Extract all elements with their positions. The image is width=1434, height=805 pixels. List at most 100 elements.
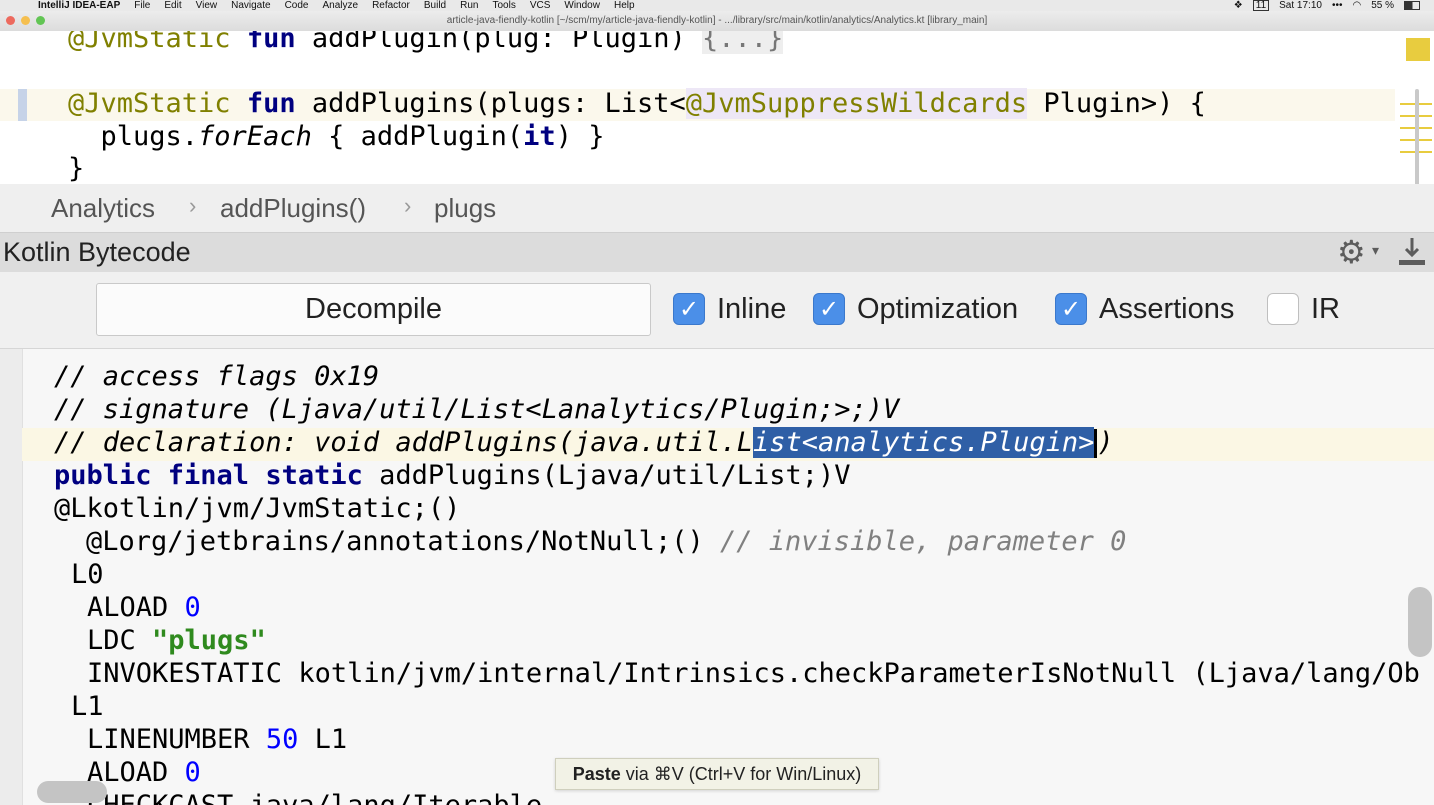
breadcrumb: Analytics › addPlugins() › plugs	[0, 184, 1434, 232]
bytecode-line[interactable]: CHECKCAST java/lang/Iterable	[87, 790, 542, 805]
horizontal-scrollbar[interactable]	[37, 781, 107, 803]
breadcrumb-item-class[interactable]: Analytics	[51, 193, 155, 224]
bytecode-gutter	[0, 349, 23, 805]
code-line-addplugin[interactable]: @JvmStatic fun addPlugin(plug: Plugin) {…	[68, 31, 784, 54]
menu-run[interactable]: Run	[460, 0, 478, 11]
ir-checkbox[interactable]: IR	[1267, 292, 1340, 326]
menu-view[interactable]: View	[196, 0, 218, 11]
annotation-text: @JvmStatic	[68, 88, 231, 119]
annotation-text: @JvmStatic	[68, 31, 231, 54]
tool-window-title: Kotlin Bytecode	[3, 237, 191, 267]
more-icon[interactable]: •••	[1332, 0, 1343, 11]
code-text: addPlugins(plugs: List<	[295, 88, 686, 119]
status-area: ❖ 11 Sat 17:10 ••• ◠ 55 %	[1234, 0, 1420, 11]
menu-help[interactable]: Help	[614, 0, 635, 11]
assertions-checkbox[interactable]: ✓ Assertions	[1055, 292, 1234, 326]
number-text: 50	[265, 724, 299, 755]
breadcrumb-item-param[interactable]: plugs	[434, 193, 496, 224]
bytecode-line[interactable]: ALOAD 0	[87, 757, 201, 788]
bytecode-options-toolbar: Decompile ✓ Inline ✓ Optimization ✓ Asse…	[0, 272, 1434, 349]
menu-vcs[interactable]: VCS	[530, 0, 551, 11]
gutter-change-marker[interactable]	[18, 89, 27, 121]
warning-indicator[interactable]	[1406, 38, 1430, 61]
gear-icon[interactable]: ⚙	[1337, 235, 1366, 269]
checkmark-icon[interactable]: ✓	[673, 293, 705, 325]
keyword-text: public final static	[54, 460, 363, 491]
opcode-text: ALOAD	[87, 592, 185, 623]
checkmark-icon[interactable]: ✓	[813, 293, 845, 325]
dropbox-icon[interactable]: ❖	[1234, 0, 1243, 11]
clock-text[interactable]: Sat 17:10	[1279, 0, 1322, 11]
string-text: "plugs"	[152, 625, 266, 656]
tooltip-action: Paste	[572, 764, 621, 784]
bytecode-line[interactable]: // declaration: void addPlugins(java.uti…	[54, 427, 1114, 458]
bytecode-line[interactable]: @Lorg/jetbrains/annotations/NotNull;() /…	[86, 526, 1126, 557]
code-editor[interactable]: @JvmStatic fun addPlugin(plug: Plugin) {…	[0, 31, 1434, 184]
window-titlebar: article-java-fiendly-kotlin [~/scm/my/ar…	[0, 11, 1434, 32]
breadcrumb-item-function[interactable]: addPlugins()	[220, 193, 366, 224]
selected-text[interactable]: ist<analytics.Plugin>	[752, 427, 1095, 458]
bytecode-line[interactable]: LINENUMBER 50 L1	[87, 724, 347, 755]
menu-window[interactable]: Window	[564, 0, 600, 11]
menu-navigate[interactable]: Navigate	[231, 0, 270, 11]
chevron-down-icon[interactable]: ▾	[1372, 242, 1379, 259]
opcode-text: LINENUMBER	[87, 724, 266, 755]
battery-icon[interactable]	[1404, 1, 1420, 10]
bytecode-line[interactable]: LDC "plugs"	[87, 625, 266, 656]
window-title: article-java-fiendly-kotlin [~/scm/my/ar…	[446, 15, 988, 26]
menu-refactor[interactable]: Refactor	[372, 0, 410, 11]
bytecode-label[interactable]: L1	[71, 691, 104, 722]
bytecode-line[interactable]: @Lkotlin/jvm/JvmStatic;()	[54, 493, 460, 524]
code-line-close-brace[interactable]: }	[68, 153, 84, 184]
vertical-scrollbar[interactable]	[1408, 587, 1432, 657]
code-line-addplugins[interactable]: @JvmStatic fun addPlugins(plugs: List<@J…	[68, 88, 1206, 119]
menu-app-name[interactable]: IntelliJ IDEA-EAP	[38, 0, 120, 11]
bytecode-line[interactable]: ALOAD 0	[87, 592, 201, 623]
bytecode-line[interactable]: public final static addPlugins(Ljava/uti…	[54, 460, 851, 491]
comment-text: // declaration: void addPlugins(java.uti…	[54, 427, 753, 458]
optimization-label: Optimization	[857, 292, 1019, 325]
calendar-icon[interactable]: 11	[1252, 0, 1270, 11]
code-text: ) }	[555, 121, 605, 152]
bytecode-line[interactable]: // access flags 0x19	[54, 361, 379, 392]
code-text: { addPlugin(	[311, 121, 524, 152]
menu-edit[interactable]: Edit	[164, 0, 181, 11]
checkbox-empty-icon[interactable]	[1267, 293, 1299, 325]
editor-scrollbar[interactable]	[1415, 89, 1419, 184]
tool-window-header: Kotlin Bytecode ⚙ ▾	[0, 232, 1434, 273]
number-text: 0	[184, 757, 201, 788]
bytecode-label[interactable]: L0	[71, 559, 104, 590]
menu-code[interactable]: Code	[285, 0, 309, 11]
keyword-text: it	[523, 121, 556, 152]
folded-block[interactable]: {...}	[702, 31, 784, 54]
wifi-icon[interactable]: ◠	[1352, 0, 1361, 11]
code-line-foreach[interactable]: plugs.forEach { addPlugin(it) }	[68, 121, 605, 152]
bytecode-viewer[interactable]: // access flags 0x19 // signature (Ljava…	[0, 349, 1434, 805]
hide-panel-icon[interactable]	[1397, 236, 1427, 268]
paste-hint-tooltip: Paste via ⌘V (Ctrl+V for Win/Linux)	[555, 758, 879, 790]
extension-call: forEach	[198, 121, 312, 152]
code-text: Plugin>) {	[1027, 88, 1206, 119]
inline-checkbox[interactable]: ✓ Inline	[673, 292, 786, 326]
keyword-text: fun	[246, 31, 296, 54]
bytecode-line[interactable]: INVOKESTATIC kotlin/jvm/internal/Intrins…	[87, 658, 1420, 689]
ir-label: IR	[1311, 292, 1340, 325]
menu-analyze[interactable]: Analyze	[322, 0, 358, 11]
battery-text[interactable]: 55 %	[1371, 0, 1394, 11]
breadcrumb-separator: ›	[189, 193, 197, 218]
menu-file[interactable]: File	[134, 0, 150, 11]
optimization-checkbox[interactable]: ✓ Optimization	[813, 292, 1018, 326]
menu-tools[interactable]: Tools	[492, 0, 515, 11]
assertions-label: Assertions	[1099, 292, 1235, 325]
checkmark-icon[interactable]: ✓	[1055, 293, 1087, 325]
bytecode-line[interactable]: // signature (Ljava/util/List<Lanalytics…	[54, 394, 899, 425]
code-text: addPlugin(plug: Plugin)	[295, 31, 702, 54]
menu-list: IntelliJ IDEA-EAP File Edit View Navigat…	[38, 0, 635, 11]
decompile-button[interactable]: Decompile	[96, 283, 651, 336]
comment-text: )	[1097, 427, 1114, 458]
comment-text: // invisible, parameter 0	[703, 526, 1127, 557]
highlighted-annotation: @JvmSuppressWildcards	[685, 88, 1028, 119]
breadcrumb-separator: ›	[404, 193, 412, 218]
code-text: plugs.	[68, 121, 199, 152]
menu-build[interactable]: Build	[424, 0, 446, 11]
